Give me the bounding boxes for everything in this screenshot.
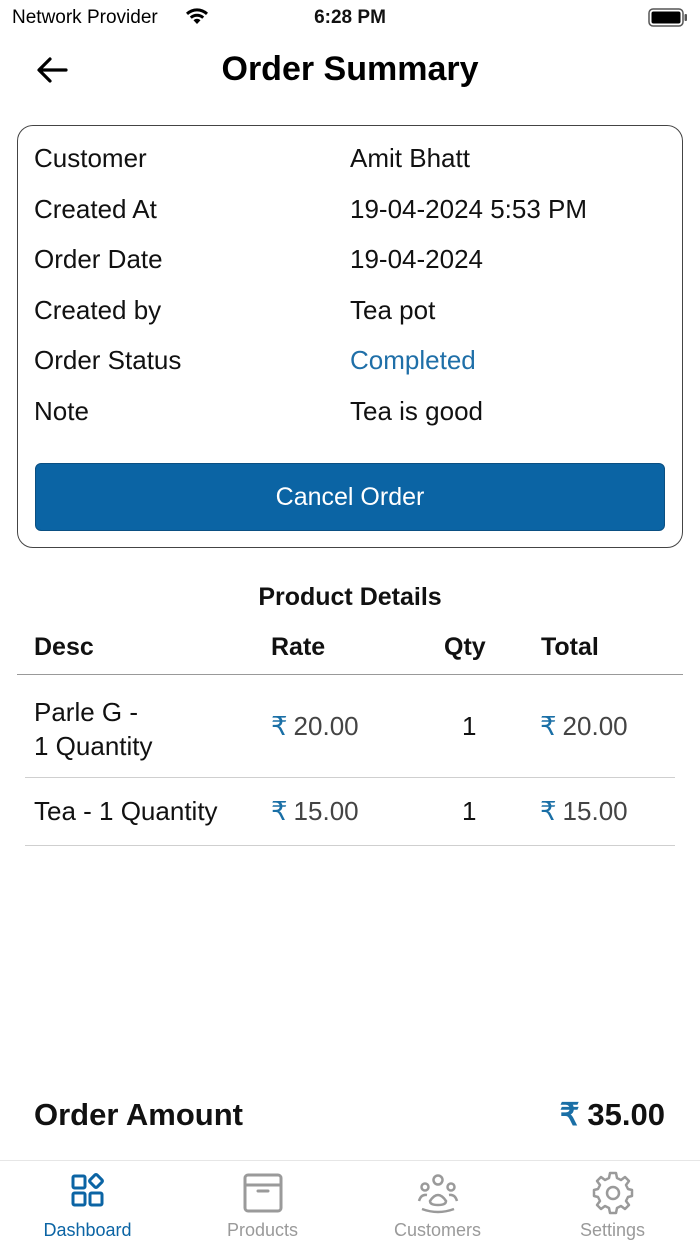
customers-icon [417,1174,459,1214]
info-row-order-date: Order Date 19-04-2024 [34,244,664,284]
box-icon [243,1173,283,1213]
rupee-icon: ₹ [271,796,288,826]
info-row-created-at: Created At 19-04-2024 5:53 PM [34,194,664,234]
row-rate: ₹20.00 [271,711,359,742]
info-value: Tea is good [350,396,483,426]
row-total-value: 20.00 [562,711,628,741]
row-total: ₹20.00 [540,711,628,742]
tab-label: Dashboard [43,1220,132,1240]
order-status-value: Completed [350,345,476,375]
order-amount-number: 35.00 [587,1097,665,1132]
info-row-note: Note Tea is good [34,396,664,436]
row-rate: ₹15.00 [271,796,359,827]
info-label: Order Status [34,345,182,375]
info-value: Amit Bhatt [350,143,470,173]
row-total-value: 15.00 [562,796,628,826]
row-desc: Parle G - 1 Quantity [34,697,153,761]
info-value: 19-04-2024 [350,244,483,274]
info-label: Order Date [34,244,163,274]
row-rate-value: 20.00 [293,711,359,741]
product-details-title: Product Details [258,583,442,611]
info-label: Note [34,396,89,426]
gear-icon [592,1171,634,1215]
tab-settings[interactable]: Settings [525,1161,700,1244]
info-value: 19-04-2024 5:53 PM [350,194,588,224]
status-bar: Network Provider 6:28 PM [0,0,700,36]
info-row-customer: Customer Amit Bhatt [34,143,664,183]
row-desc: Tea - 1 Quantity [34,796,218,826]
battery-icon [648,8,687,27]
tab-label: Customers [393,1220,482,1240]
order-amount-value: ₹35.00 [560,1097,665,1133]
tab-products[interactable]: Products [175,1161,350,1244]
info-label: Created At [34,194,157,224]
row-qty: 1 [462,711,477,741]
rupee-icon: ₹ [271,711,288,741]
order-summary-card: Customer Amit Bhatt Created At 19-04-202… [17,125,683,548]
order-amount-label: Order Amount [34,1097,243,1132]
info-row-order-status: Order Status Completed [34,345,664,385]
tab-label: Settings [579,1220,646,1240]
tab-dashboard[interactable]: Dashboard [0,1161,175,1244]
row-qty: 1 [462,796,477,826]
column-header-rate: Rate [271,633,326,661]
cancel-order-button[interactable]: Cancel Order [35,463,665,531]
clock: 6:28 PM [314,7,386,28]
column-header-desc: Desc [34,633,94,661]
rupee-icon: ₹ [559,1097,580,1132]
header: Order Summary [0,40,700,100]
rupee-icon: ₹ [540,711,557,741]
table-header: Desc Rate Qty Total [17,630,683,675]
page-title: Order Summary [221,50,479,88]
info-value: Tea pot [350,295,436,325]
bottom-tab-bar: Dashboard Products Customers Settings [0,1160,700,1244]
row-rate-value: 15.00 [293,796,359,826]
table-row: Tea - 1 Quantity ₹15.00 1 ₹15.00 [25,778,675,846]
column-header-total: Total [541,633,599,661]
tab-customers[interactable]: Customers [350,1161,525,1244]
rupee-icon: ₹ [540,796,557,826]
tab-label: Products [226,1220,299,1240]
info-row-created-by: Created by Tea pot [34,295,664,335]
row-total: ₹15.00 [540,796,628,827]
column-header-qty: Qty [444,633,486,661]
info-label: Created by [34,295,162,325]
table-row: Parle G - 1 Quantity ₹20.00 1 ₹20.00 [25,676,675,778]
info-label: Customer [34,143,147,173]
dashboard-icon [71,1173,104,1207]
